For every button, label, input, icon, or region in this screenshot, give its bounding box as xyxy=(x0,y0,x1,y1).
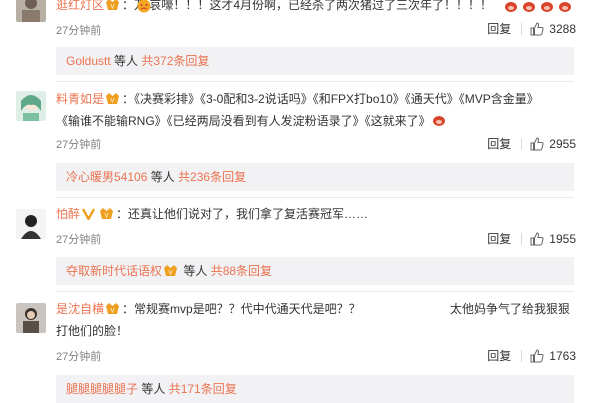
sub-reply-username[interactable]: 夺取新时代话语权 xyxy=(66,264,162,278)
divider xyxy=(521,137,523,150)
avatar[interactable] xyxy=(16,303,46,333)
vip-badge-icon: V xyxy=(105,300,120,315)
reply-button[interactable]: 回复 xyxy=(487,230,511,247)
svg-text:V: V xyxy=(111,99,115,105)
comment-actions: 回复 1763 xyxy=(487,347,576,364)
svg-text:V: V xyxy=(105,214,109,220)
sub-reply-count[interactable]: 共372条回复 xyxy=(141,54,209,68)
verified-v-icon xyxy=(81,205,96,222)
like-button[interactable]: 2955 xyxy=(530,137,576,151)
comment-time: 27分钟前 xyxy=(56,234,102,246)
svg-text:V: V xyxy=(169,271,173,277)
comment-time: 27分钟前 xyxy=(56,25,102,37)
comment-time: 27分钟前 xyxy=(56,351,102,363)
comment-text: ：《决赛彩排》《3-0配和3-2说话吗》《和FPX打bo10》《通天代》《MVP… xyxy=(122,92,539,106)
sub-reply-username[interactable]: 腿腿腿腿腿子 xyxy=(66,382,138,396)
comment-text: 《输谁不能输RNG》《已经两局没看到有人发淀粉语录了》《这就来了》 xyxy=(56,114,431,128)
sub-reply-count[interactable]: 共88条回复 xyxy=(211,264,272,278)
sub-reply-text: 等人 xyxy=(180,264,211,278)
comment-username[interactable]: 逛红灯区 xyxy=(56,0,104,12)
reply-button[interactable]: 回复 xyxy=(487,135,511,152)
vip-badge-icon: V xyxy=(163,259,178,277)
avatar[interactable] xyxy=(16,91,46,121)
sub-reply-username[interactable]: 冷心暖男54106 xyxy=(66,170,147,184)
thumbs-up-icon xyxy=(530,348,544,362)
like-button[interactable]: 3288 xyxy=(530,22,576,36)
comment-actions: 回复 2955 xyxy=(487,135,576,152)
svg-text:V: V xyxy=(111,5,115,11)
avatar[interactable] xyxy=(16,209,46,239)
sub-reply-username[interactable]: Goldustt xyxy=(66,54,111,68)
sub-reply-count[interactable]: 共236条回复 xyxy=(178,170,246,184)
svg-text:V: V xyxy=(111,309,115,315)
crying-emoji-icon xyxy=(137,0,151,13)
sub-reply-text: 等人 xyxy=(110,54,142,68)
comment-text: 太他妈争气了给我狠狠 xyxy=(449,302,570,316)
thumbs-up-icon xyxy=(530,231,544,245)
sub-replies-bar[interactable]: 冷心暖男54106 等人 共236条回复 xyxy=(56,163,574,191)
sub-replies-bar[interactable]: Goldustt 等人 共372条回复 xyxy=(56,47,574,75)
sub-reply-text: 等人 xyxy=(138,382,169,396)
vip-badge-icon: V xyxy=(105,90,120,105)
comment-actions: 回复 1955 xyxy=(487,230,576,247)
pig-emoji-icon xyxy=(432,112,446,126)
vip-badge-icon: V xyxy=(99,205,114,220)
comment-text: 打他们的脸！ xyxy=(56,324,129,338)
divider xyxy=(56,81,574,82)
divider xyxy=(56,291,574,292)
divider xyxy=(56,197,574,198)
like-count: 1763 xyxy=(549,348,576,363)
sub-reply-count[interactable]: 共171条回复 xyxy=(169,382,237,396)
divider xyxy=(521,232,523,245)
comment-text: ：常规赛mvp是吧？？代中代通天代是吧？？ xyxy=(122,302,361,316)
comment-body: 逛红灯区 V ：万 哀嚎！！！这才4月份啊，已经杀了两次猪过了三次年了！！！！ xyxy=(56,0,574,16)
sub-replies-bar[interactable]: 腿腿腿腿腿子 等人 共171条回复 xyxy=(56,375,574,403)
comment-username[interactable]: 是沈自横 xyxy=(56,302,104,316)
divider xyxy=(521,349,523,362)
sub-reply-text: 等人 xyxy=(147,170,179,184)
thumbs-up-icon xyxy=(530,21,544,35)
vip-badge-icon: V xyxy=(105,0,120,11)
comment-text: ：还真让他们说对了，我们拿了复活赛冠军…… xyxy=(116,207,369,221)
like-count: 1955 xyxy=(549,231,576,246)
like-count: 2955 xyxy=(549,136,576,151)
thumbs-up-icon xyxy=(530,136,544,150)
pig-emoji-icons xyxy=(504,0,574,20)
like-count: 3288 xyxy=(549,21,576,36)
sub-replies-bar[interactable]: 夺取新时代话语权 V 等人 共88条回复 xyxy=(56,257,574,285)
comment-time: 27分钟前 xyxy=(56,139,102,151)
comment-body: 怕醉 V ：还真让他们说对了，我们拿了复活赛冠军…… xyxy=(56,203,574,225)
reply-button[interactable]: 回复 xyxy=(487,347,511,364)
like-button[interactable]: 1763 xyxy=(530,349,576,363)
comment-username[interactable]: 怕醉 xyxy=(56,207,80,221)
comment-body: 料青如是 V ：《决赛彩排》《3-0配和3-2说话吗》《和FPX打bo10》《通天代… xyxy=(56,88,574,132)
like-button[interactable]: 1955 xyxy=(530,232,576,246)
comment-actions: 回复 3288 xyxy=(487,20,576,37)
comment-text: ：万 哀嚎！！！这才4月份啊，已经杀了两次猪过了三次年了！！！！ xyxy=(122,0,493,12)
reply-button[interactable]: 回复 xyxy=(487,20,511,37)
avatar[interactable] xyxy=(16,0,46,22)
comment-body: 是沈自横 V ：常规赛mvp是吧？？代中代通天代是吧？？ 太他妈争气了给我狠狠 打他… xyxy=(56,298,574,342)
divider xyxy=(521,22,523,35)
comment-username[interactable]: 料青如是 xyxy=(56,92,104,106)
